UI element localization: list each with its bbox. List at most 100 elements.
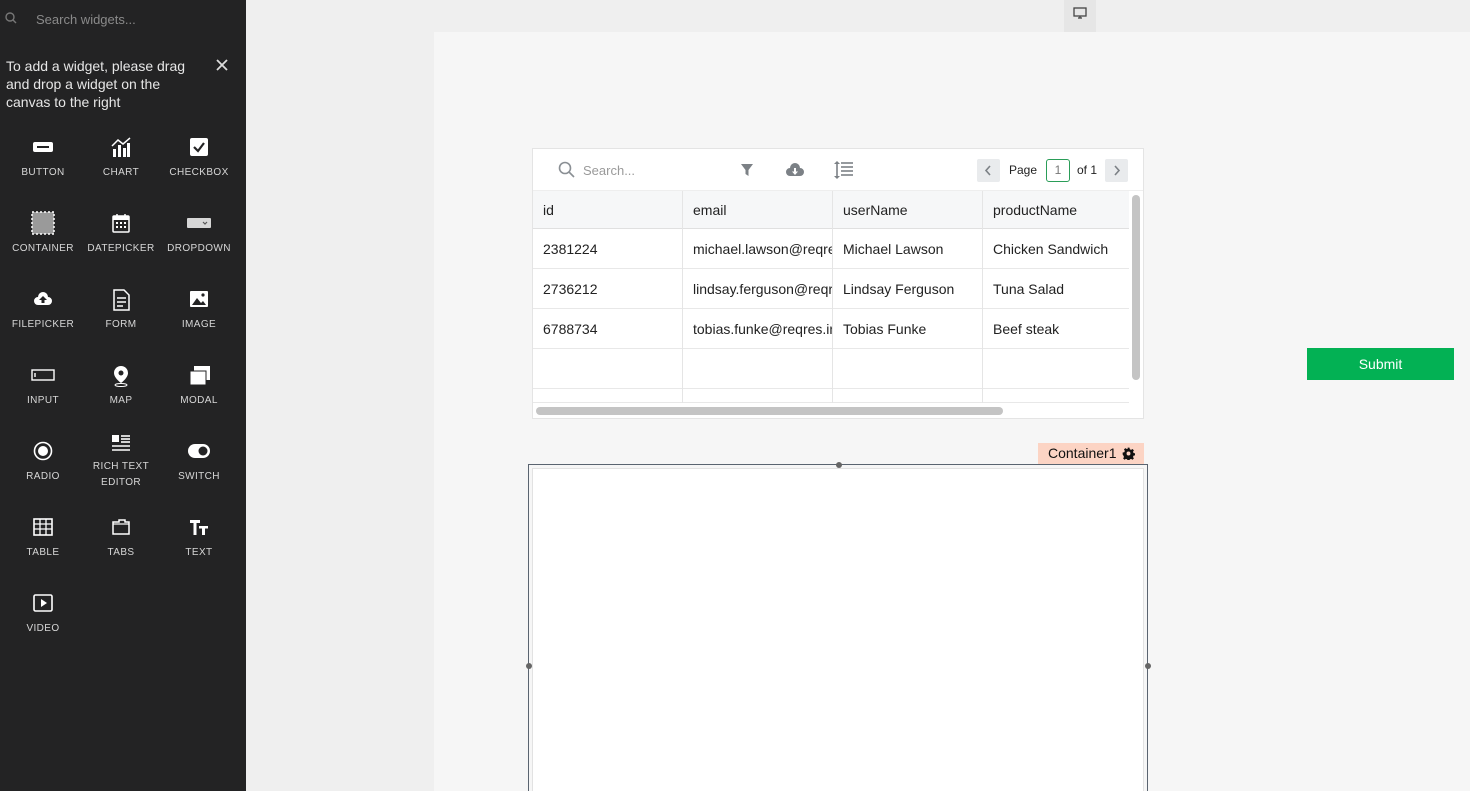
table-toolbar: Page 1 of 1 (533, 149, 1143, 191)
desktop-icon (1073, 7, 1087, 19)
widget-button[interactable]: BUTTON (4, 137, 82, 207)
widget-label: FORM (105, 319, 137, 330)
search-icon (558, 161, 575, 178)
gear-icon[interactable] (1122, 447, 1135, 460)
widget-form[interactable]: FORM (82, 289, 160, 359)
map-pin-icon (114, 366, 128, 387)
table-cell (833, 349, 983, 389)
resize-handle-top[interactable] (836, 462, 842, 468)
widget-radio[interactable]: RADIO (4, 441, 82, 511)
widget-label: MODAL (180, 395, 218, 406)
column-header-id[interactable]: id (533, 191, 683, 229)
modal-icon (189, 366, 210, 386)
video-icon (33, 594, 53, 612)
row-height-icon[interactable] (834, 161, 854, 179)
table-cell (833, 389, 983, 403)
widget-label: IMAGE (181, 319, 217, 330)
widget-image[interactable]: IMAGE (160, 289, 238, 359)
table-cell: tobias.funke@reqres.in (683, 309, 833, 349)
resize-handle-right[interactable] (1145, 663, 1151, 669)
table-cell (683, 389, 833, 403)
widget-text[interactable]: TEXT (160, 517, 238, 587)
widget-map[interactable]: MAP (82, 365, 160, 435)
next-page-button[interactable] (1105, 159, 1128, 182)
table-row[interactable]: 2736212 lindsay.ferguson@reqres.in Linds… (533, 269, 1129, 309)
submit-button[interactable]: Submit (1307, 348, 1454, 380)
table-cell: Michael Lawson (833, 229, 983, 269)
widget-container[interactable]: CONTAINER (4, 211, 82, 283)
widget-sidebar: To add a widget, please drag and drop a … (0, 0, 246, 791)
search-icon (5, 12, 17, 24)
table-row[interactable] (533, 389, 1129, 403)
column-header-productname[interactable]: productName (983, 191, 1129, 229)
table-cell: Tuna Salad (993, 281, 1065, 297)
button-icon (33, 142, 53, 152)
widget-dropdown[interactable]: DROPDOWN (160, 213, 238, 283)
upload-cloud-icon (34, 292, 52, 305)
vertical-scrollbar[interactable] (1132, 195, 1140, 380)
close-icon[interactable] (214, 57, 230, 73)
widget-switch[interactable]: SWITCH (160, 441, 238, 511)
drag-hint-text: To add a widget, please drag and drop a … (6, 58, 186, 110)
widget-rich-text-editor[interactable]: RICH TEXT EDITOR (82, 433, 160, 503)
widget-video[interactable]: VIDEO (4, 593, 82, 663)
column-header-username[interactable]: userName (833, 191, 983, 229)
widget-modal[interactable]: MODAL (160, 365, 238, 435)
widget-chart[interactable]: CHART (82, 137, 160, 207)
page-number-input[interactable]: 1 (1046, 159, 1070, 182)
widget-label: SWITCH (178, 471, 220, 482)
checkbox-icon (190, 138, 208, 156)
table-widget[interactable]: Page 1 of 1 id email userName productNam… (532, 148, 1144, 419)
widget-checkbox[interactable]: CHECKBOX (160, 137, 238, 207)
table-cell: Lindsay Ferguson (833, 269, 983, 309)
container-name-tag[interactable]: Container1 (1038, 443, 1144, 464)
widget-filepicker[interactable]: FILEPICKER (4, 289, 82, 359)
table-row[interactable]: 6788734 tobias.funke@reqres.in Tobias Fu… (533, 309, 1129, 349)
container-icon (31, 211, 55, 235)
widget-input[interactable]: INPUT (4, 365, 82, 435)
desktop-view-toggle[interactable] (1064, 0, 1096, 32)
table-icon (33, 518, 53, 536)
widget-tabs[interactable]: TABS (82, 517, 160, 587)
widget-label: DATEPICKER (87, 243, 155, 254)
widget-search-input[interactable] (36, 9, 236, 29)
table-header: id email userName productName (533, 191, 1129, 229)
table-row[interactable] (533, 349, 1129, 389)
page-label: Page (1009, 163, 1038, 177)
dropdown-icon (187, 218, 211, 228)
table-cell: Tobias Funke (833, 309, 983, 349)
filter-icon[interactable] (740, 163, 754, 177)
container-widget[interactable] (528, 464, 1148, 791)
table-cell: lindsay.ferguson@reqres.in (683, 269, 833, 309)
widget-label: INPUT (27, 395, 59, 406)
table-search-input[interactable] (583, 162, 723, 178)
horizontal-scrollbar[interactable] (536, 407, 1003, 415)
chart-icon (111, 137, 131, 157)
widget-label: BUTTON (21, 167, 65, 178)
table-cell: Chicken Sandwich (993, 241, 1109, 257)
table-cell: michael.lawson@reqres.in (683, 229, 833, 269)
container-name: Container1 (1048, 445, 1117, 461)
widget-label: FILEPICKER (11, 319, 75, 330)
widget-label: RADIO (26, 471, 60, 482)
download-cloud-icon[interactable] (785, 162, 805, 178)
prev-page-button[interactable] (977, 159, 1000, 182)
widget-label: CHART (102, 167, 140, 178)
resize-handle-left[interactable] (526, 663, 532, 669)
radio-icon (33, 441, 53, 461)
widget-label: VIDEO (26, 623, 60, 634)
column-header-email[interactable]: email (683, 191, 833, 229)
table-row[interactable]: 2381224 michael.lawson@reqres.in Michael… (533, 229, 1129, 269)
widget-datepicker[interactable]: DATEPICKER (82, 213, 160, 283)
widget-label: CHECKBOX (169, 167, 229, 178)
widget-label: RICH TEXT EDITOR (92, 461, 150, 488)
widget-label: CONTAINER (12, 243, 74, 254)
widget-table[interactable]: TABLE (4, 517, 82, 587)
widget-label: DROPDOWN (167, 243, 231, 254)
page-of-label: of 1 (1077, 163, 1098, 177)
widget-label: TABS (107, 547, 135, 558)
container-body[interactable] (532, 468, 1144, 791)
image-icon (190, 291, 208, 307)
canvas-top-bar (246, 0, 1470, 32)
table-cell (533, 389, 683, 403)
